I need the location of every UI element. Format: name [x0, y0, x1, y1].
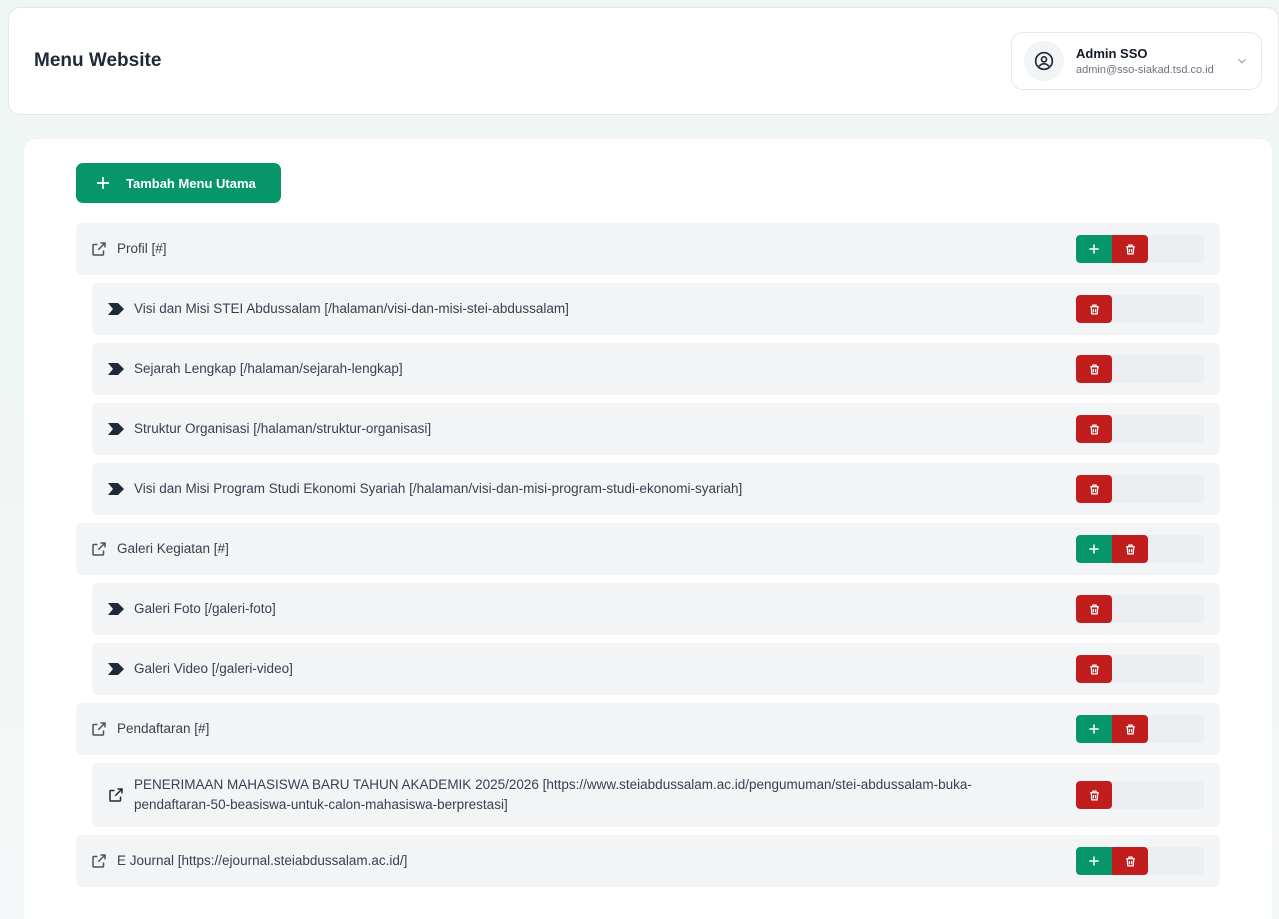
row-actions — [1076, 295, 1204, 323]
add-submenu-button[interactable] — [1076, 847, 1112, 875]
plus-icon — [1089, 724, 1099, 734]
plus-icon — [94, 174, 112, 192]
menu-item-label: Profil [#] — [117, 241, 167, 256]
submenu-item: Sejarah Lengkap [/halaman/sejarah-lengka… — [92, 343, 1220, 395]
delete-button[interactable] — [1076, 595, 1112, 623]
row-actions — [1076, 535, 1204, 563]
trash-icon — [1089, 664, 1099, 674]
submenu-item-label: Sejarah Lengkap [/halaman/sejarah-lengka… — [134, 361, 403, 376]
menu-item-label: E Journal [https://ejournal.steiabdussal… — [117, 853, 408, 868]
row-actions — [1076, 235, 1204, 263]
delete-button[interactable] — [1076, 355, 1112, 383]
add-submenu-button[interactable] — [1076, 235, 1112, 263]
trash-icon — [1125, 724, 1135, 734]
menu-item-profil: Profil [#] — [76, 223, 1220, 275]
submenu-item-label: Galeri Foto [/galeri-foto] — [134, 601, 276, 616]
delete-button[interactable] — [1076, 475, 1112, 503]
menu-card: Tambah Menu Utama Profil [#] Visi dan Mi… — [24, 139, 1272, 919]
trash-icon — [1125, 856, 1135, 866]
trash-icon — [1089, 604, 1099, 614]
menu-list: Profil [#] Visi dan Misi STEI Abdussalam… — [76, 223, 1220, 895]
submenu-item-label: Visi dan Misi Program Studi Ekonomi Syar… — [134, 481, 743, 496]
plus-icon — [1089, 244, 1099, 254]
row-actions — [1076, 847, 1204, 875]
row-actions — [1076, 595, 1204, 623]
tag-arrow-icon — [107, 660, 125, 678]
menu-item-galeri-kegiatan: Galeri Kegiatan [#] — [76, 523, 1220, 575]
external-link-icon — [90, 852, 108, 870]
page-title: Menu Website — [34, 50, 162, 71]
delete-button[interactable] — [1112, 235, 1148, 263]
row-actions — [1076, 715, 1204, 743]
submenu-item: Galeri Video [/galeri-video] — [92, 643, 1220, 695]
tag-arrow-icon — [107, 360, 125, 378]
trash-icon — [1125, 544, 1135, 554]
delete-button[interactable] — [1076, 295, 1112, 323]
menu-item-label: Galeri Kegiatan [#] — [117, 541, 229, 556]
menu-item-label: Pendaftaran [#] — [117, 721, 210, 736]
row-actions — [1076, 781, 1204, 809]
delete-button[interactable] — [1076, 415, 1112, 443]
delete-button[interactable] — [1112, 715, 1148, 743]
row-actions — [1076, 655, 1204, 683]
add-main-menu-button[interactable]: Tambah Menu Utama — [76, 163, 281, 203]
user-info: Admin SSO admin@sso-siakad.tsd.co.id — [1076, 46, 1223, 76]
plus-icon — [1089, 856, 1099, 866]
tag-arrow-icon — [107, 480, 125, 498]
chevron-down-icon[interactable] — [1235, 54, 1249, 68]
submenu-item: PENERIMAAN MAHASISWA BARU TAHUN AKADEMIK… — [92, 763, 1220, 827]
add-main-menu-label: Tambah Menu Utama — [126, 175, 256, 191]
trash-icon — [1089, 790, 1099, 800]
plus-icon — [1089, 544, 1099, 554]
delete-button[interactable] — [1076, 655, 1112, 683]
user-circle-icon — [1024, 41, 1064, 81]
external-link-icon — [90, 240, 108, 258]
trash-icon — [1089, 484, 1099, 494]
delete-button[interactable] — [1112, 535, 1148, 563]
submenu-item: Galeri Foto [/galeri-foto] — [92, 583, 1220, 635]
trash-icon — [1089, 424, 1099, 434]
menu-item-pendaftaran: Pendaftaran [#] — [76, 703, 1220, 755]
external-link-icon — [90, 540, 108, 558]
row-actions — [1076, 355, 1204, 383]
external-link-icon — [107, 786, 125, 804]
submenu-item: Visi dan Misi STEI Abdussalam [/halaman/… — [92, 283, 1220, 335]
tag-arrow-icon — [107, 420, 125, 438]
submenu-item: Visi dan Misi Program Studi Ekonomi Syar… — [92, 463, 1220, 515]
tag-arrow-icon — [107, 300, 125, 318]
submenu-item-label: Galeri Video [/galeri-video] — [134, 661, 293, 676]
trash-icon — [1089, 364, 1099, 374]
trash-icon — [1125, 244, 1135, 254]
delete-button[interactable] — [1076, 781, 1112, 809]
menu-item-e-journal: E Journal [https://ejournal.steiabdussal… — [76, 835, 1220, 887]
add-submenu-button[interactable] — [1076, 535, 1112, 563]
tag-arrow-icon — [107, 600, 125, 618]
user-menu[interactable]: Admin SSO admin@sso-siakad.tsd.co.id — [1011, 32, 1262, 90]
delete-button[interactable] — [1112, 847, 1148, 875]
submenu-item-label: Visi dan Misi STEI Abdussalam [/halaman/… — [134, 301, 569, 316]
row-actions — [1076, 475, 1204, 503]
submenu-item-label: PENERIMAAN MAHASISWA BARU TAHUN AKADEMIK… — [134, 777, 972, 812]
row-actions — [1076, 415, 1204, 443]
trash-icon — [1089, 304, 1099, 314]
user-name: Admin SSO — [1076, 46, 1148, 61]
submenu-item: Struktur Organisasi [/halaman/struktur-o… — [92, 403, 1220, 455]
submenu-item-label: Struktur Organisasi [/halaman/struktur-o… — [134, 421, 432, 436]
page-header: Menu Website Admin SSO admin@sso-siakad.… — [8, 7, 1279, 115]
add-submenu-button[interactable] — [1076, 715, 1112, 743]
external-link-icon — [90, 720, 108, 738]
user-email: admin@sso-siakad.tsd.co.id — [1076, 64, 1214, 76]
